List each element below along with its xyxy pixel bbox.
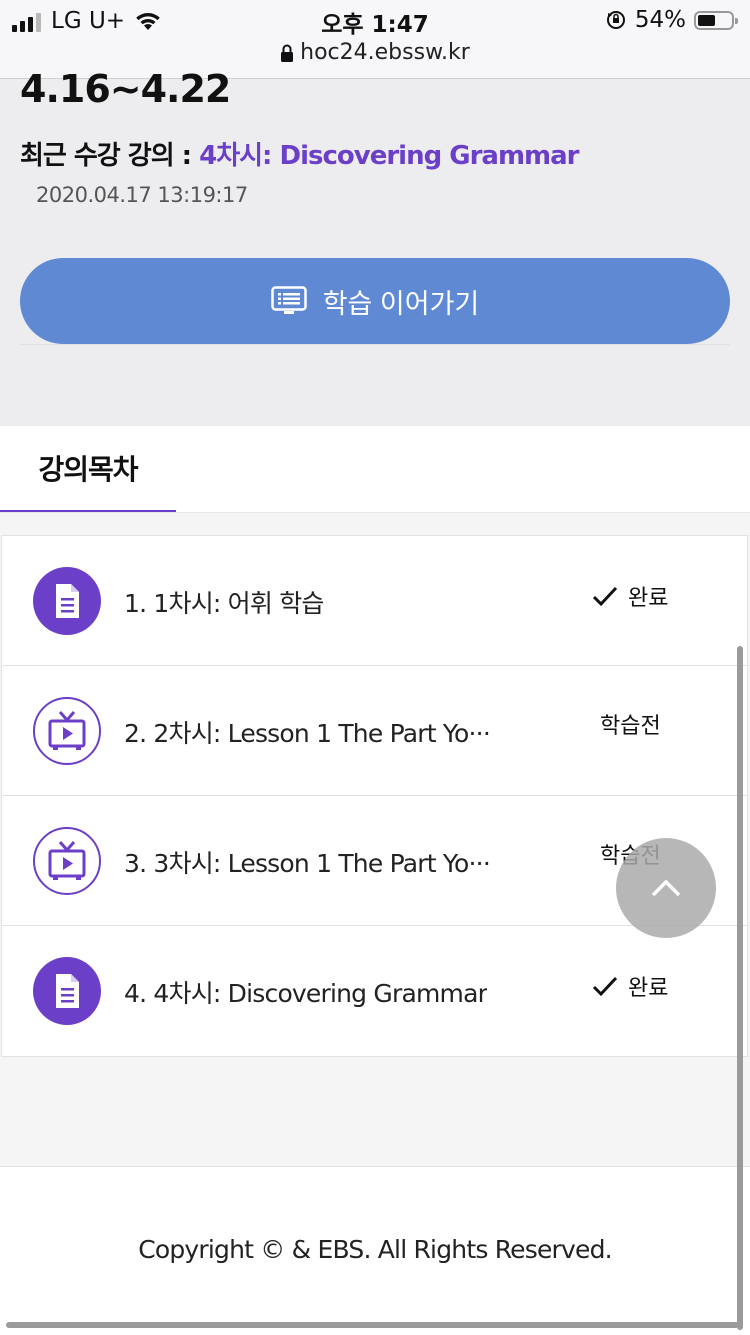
- tab-bar: 강의목차: [0, 426, 750, 514]
- document-icon: [33, 957, 101, 1025]
- lesson-item[interactable]: 4. 4차시: Discovering Grammar 완료: [2, 926, 747, 1056]
- scroll-to-top-button[interactable]: [616, 838, 716, 938]
- lesson-title: 3. 3차시: Lesson 1 The Part Yo···: [124, 849, 490, 878]
- lecture-list-icon: [270, 286, 307, 314]
- lesson-title: 2. 2차시: Lesson 1 The Part Yo···: [124, 719, 490, 748]
- document-icon: [33, 567, 101, 635]
- continue-learning-label: 학습 이어가기: [322, 288, 480, 319]
- check-icon: [592, 976, 618, 997]
- vertical-scrollbar[interactable]: [737, 646, 743, 1330]
- lesson-title: 1. 1차시: 어휘 학습: [124, 589, 324, 618]
- study-period: 4.16~4.22: [20, 67, 231, 111]
- lesson-status-label: 학습전: [600, 714, 661, 739]
- course-summary: 4.16~4.22 최근 수강 강의 : 4차시: Discovering Gr…: [0, 67, 750, 426]
- lesson-list-area: 1. 1차시: 어휘 학습 완료 2. 2차시: Lesson 1 The Pa…: [0, 513, 750, 1167]
- tv-icon: [33, 827, 101, 895]
- chevron-up-icon: [651, 879, 681, 897]
- recent-lecture-label: 최근 수강 강의 :: [20, 141, 200, 171]
- lesson-status-label: 완료: [628, 976, 669, 1001]
- recent-lecture-row: 최근 수강 강의 : 4차시: Discovering Grammar: [20, 135, 580, 172]
- lock-icon: [281, 44, 294, 62]
- tv-icon: [33, 697, 101, 765]
- lesson-status: 완료: [592, 970, 668, 1002]
- lesson-list: 1. 1차시: 어휘 학습 완료 2. 2차시: Lesson 1 The Pa…: [1, 535, 748, 1057]
- orientation-lock-icon: [606, 11, 625, 29]
- tab-label: 강의목차: [38, 453, 138, 486]
- url-text: hoc24.ebssw.kr: [300, 40, 470, 65]
- lesson-status: 완료: [592, 580, 668, 612]
- horizontal-scrollbar[interactable]: [6, 1322, 739, 1328]
- lesson-status: 학습전: [600, 708, 661, 740]
- recent-lecture-link[interactable]: 4차시: Discovering Grammar: [199, 141, 579, 171]
- lesson-item[interactable]: 2. 2차시: Lesson 1 The Part Yo··· 학습전: [2, 666, 747, 796]
- address-bar[interactable]: hoc24.ebssw.kr: [0, 40, 750, 65]
- tab-lecture-contents[interactable]: 강의목차: [0, 426, 176, 512]
- continue-learning-button[interactable]: 학습 이어가기: [20, 258, 730, 344]
- status-right: 54%: [605, 7, 738, 33]
- check-icon: [592, 586, 618, 607]
- recent-lecture-datetime: 2020.04.17 13:19:17: [36, 183, 248, 207]
- battery-percent: 54%: [634, 7, 686, 33]
- divider: [20, 344, 730, 345]
- lesson-title: 4. 4차시: Discovering Grammar: [124, 979, 488, 1008]
- lesson-status-label: 완료: [628, 586, 669, 611]
- lesson-item[interactable]: 1. 1차시: 어휘 학습 완료: [2, 536, 747, 666]
- battery-icon: [694, 10, 738, 30]
- footer: Copyright © & EBS. All Rights Reserved.: [0, 1166, 750, 1335]
- copyright-text: Copyright © & EBS. All Rights Reserved.: [138, 1235, 612, 1264]
